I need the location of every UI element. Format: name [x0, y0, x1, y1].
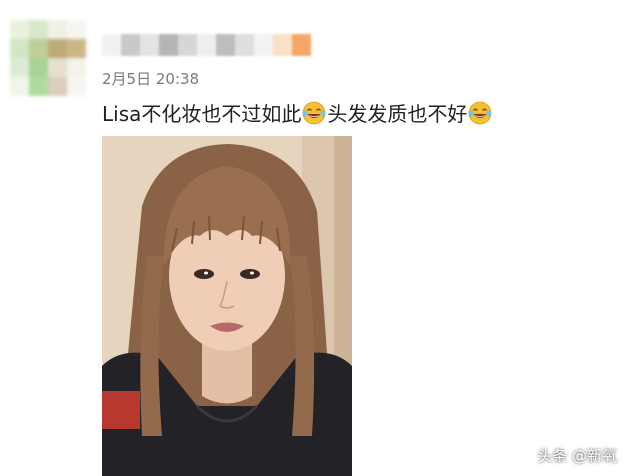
laughing-tears-emoji-icon — [302, 101, 326, 124]
avatar[interactable] — [10, 20, 86, 96]
watermark: 头条 @新氧 — [537, 447, 617, 465]
laughing-tears-emoji-icon — [468, 101, 492, 124]
post-text-part2: 头发发质也不好 — [327, 102, 468, 126]
post-timestamp: 2月5日 20:38 — [102, 70, 200, 88]
username-redacted[interactable] — [102, 34, 311, 56]
post-text: Lisa不化妆也不过如此 头发发质也不好 — [102, 98, 493, 127]
selfie-photo-illustration — [102, 136, 352, 476]
post-text-part1: Lisa不化妆也不过如此 — [102, 102, 302, 126]
post-photo[interactable] — [102, 136, 352, 476]
